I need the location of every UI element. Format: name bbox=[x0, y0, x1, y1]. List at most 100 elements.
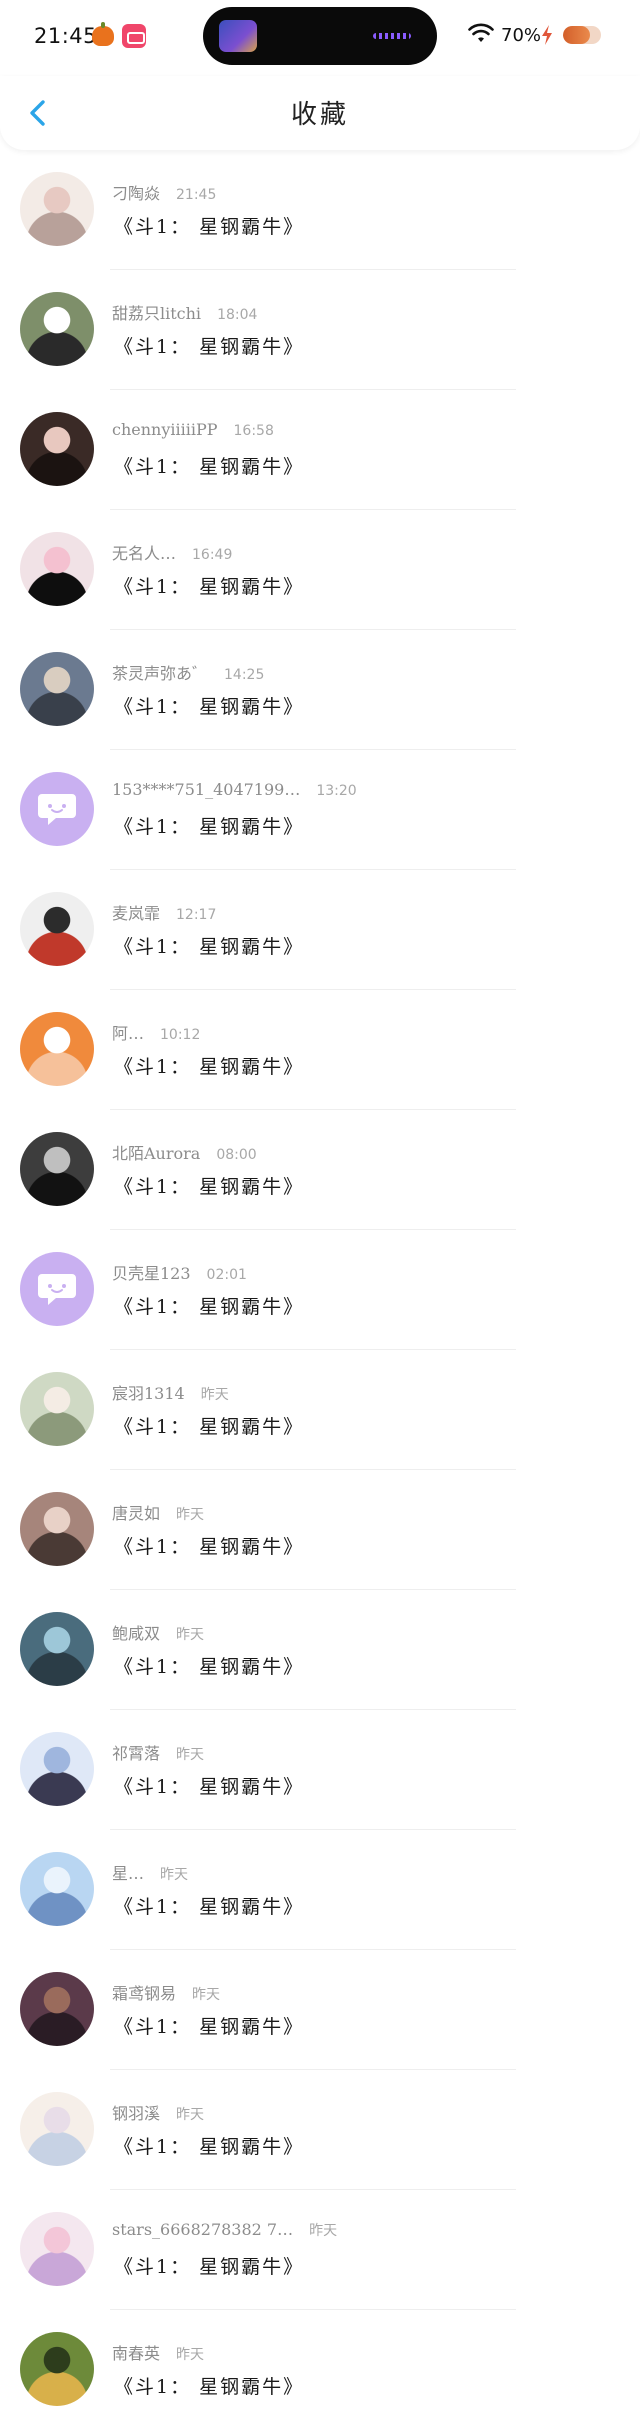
avatar[interactable] bbox=[20, 652, 94, 726]
timestamp: 10:12 bbox=[160, 1027, 201, 1043]
avatar[interactable] bbox=[20, 1012, 94, 1086]
list-item[interactable]: 阿… 10:12 《斗1： 星钢霸牛》 bbox=[0, 990, 640, 1110]
avatar[interactable] bbox=[20, 172, 94, 246]
item-meta: 霜鸢钢易 昨天 bbox=[112, 1980, 220, 2004]
user-name: 甜荔只litchi bbox=[112, 304, 202, 323]
item-meta: 星… 昨天 bbox=[112, 1860, 188, 1884]
timestamp: 昨天 bbox=[200, 1387, 229, 1403]
message-text: 《斗1： 星钢霸牛》 bbox=[114, 696, 305, 718]
list-item[interactable]: 茶灵声弥あ゛ 14:25 《斗1： 星钢霸牛》 bbox=[0, 630, 640, 750]
list-item[interactable]: 霜鸢钢易 昨天《斗1： 星钢霸牛》 bbox=[0, 1950, 640, 2070]
list-item[interactable]: 钢羽溪 昨天《斗1： 星钢霸牛》 bbox=[0, 2070, 640, 2190]
user-name: 无名人… bbox=[112, 544, 177, 563]
item-meta: 祁霄落 昨天 bbox=[112, 1740, 204, 1764]
item-meta: 153****751_4047199… 13:20 bbox=[112, 780, 357, 799]
user-name: 霜鸢钢易 bbox=[112, 1984, 177, 2003]
message-text: 《斗1： 星钢霸牛》 bbox=[114, 2136, 305, 2158]
avatar[interactable] bbox=[20, 892, 94, 966]
list-item[interactable]: 祁霄落 昨天《斗1： 星钢霸牛》 bbox=[0, 1710, 640, 1830]
avatar[interactable] bbox=[20, 412, 94, 486]
list-item[interactable]: stars_6668278382 7… 昨天 《斗1： 星钢霸牛》 bbox=[0, 2190, 640, 2310]
message-text: 《斗1： 星钢霸牛》 bbox=[114, 456, 305, 478]
avatar[interactable] bbox=[20, 532, 94, 606]
user-name: 宸羽1314 bbox=[112, 1384, 185, 1403]
list-item[interactable]: 153****751_4047199… 13:20 《斗1： 星钢霸牛》 bbox=[0, 750, 640, 870]
avatar[interactable] bbox=[20, 1612, 94, 1686]
user-name: 阿… bbox=[112, 1024, 145, 1043]
status-bar: 21:45 70% bbox=[0, 0, 640, 76]
timestamp: 08:00 bbox=[216, 1147, 257, 1163]
list-item[interactable]: 鲍咸双 昨天《斗1： 星钢霸牛》 bbox=[0, 1590, 640, 1710]
timestamp: 16:49 bbox=[192, 547, 233, 563]
user-name: 麦岚霏 bbox=[112, 904, 161, 923]
message-text: 《斗1： 星钢霸牛》 bbox=[114, 816, 305, 838]
list-item[interactable]: 刁陶焱 21:45 《斗1： 星钢霸牛》 bbox=[0, 150, 640, 270]
dynamic-island[interactable] bbox=[203, 7, 437, 65]
item-meta: 刁陶焱 21:45 bbox=[112, 180, 216, 204]
user-name: 唐灵如 bbox=[112, 1504, 161, 1523]
message-text: 《斗1： 星钢霸牛》 bbox=[114, 936, 305, 958]
timestamp: 昨天 bbox=[176, 2347, 205, 2363]
list-item[interactable]: 甜荔只litchi 18:04 《斗1： 星钢霸牛》 bbox=[0, 270, 640, 390]
list-item[interactable]: 星… 昨天《斗1： 星钢霸牛》 bbox=[0, 1830, 640, 1950]
list-item[interactable]: 贝壳星123 02:01 《斗1： 星钢霸牛》 bbox=[0, 1230, 640, 1350]
message-text: 《斗1： 星钢霸牛》 bbox=[114, 1896, 305, 1918]
list-item[interactable]: 南春英 昨天 《斗1： 星钢霸牛》 bbox=[0, 2310, 640, 2422]
avatar[interactable] bbox=[20, 292, 94, 366]
message-text: 《斗1： 星钢霸牛》 bbox=[114, 2256, 305, 2278]
avatar[interactable] bbox=[20, 2212, 94, 2286]
item-meta: stars_6668278382 7… 昨天 bbox=[112, 2220, 337, 2240]
timestamp: 21:45 bbox=[176, 187, 217, 203]
item-meta: 南春英 昨天 bbox=[112, 2340, 204, 2364]
user-name: 鲍咸双 bbox=[112, 1624, 161, 1643]
user-name: 贝壳星123 bbox=[112, 1264, 191, 1283]
user-name: 祁霄落 bbox=[112, 1744, 161, 1763]
pumpkin-app-icon bbox=[92, 22, 114, 46]
message-text: 《斗1： 星钢霸牛》 bbox=[114, 1656, 305, 1678]
timestamp: 昨天 bbox=[176, 1747, 205, 1763]
message-text: 《斗1： 星钢霸牛》 bbox=[114, 1536, 305, 1558]
list-item[interactable]: 麦岚霏 12:17 《斗1： 星钢霸牛》 bbox=[0, 870, 640, 990]
audio-wave-icon bbox=[373, 33, 411, 39]
avatar[interactable] bbox=[20, 1852, 94, 1926]
avatar[interactable] bbox=[20, 1492, 94, 1566]
item-meta: 茶灵声弥あ゛ 14:25 bbox=[112, 660, 264, 684]
avatar[interactable] bbox=[20, 2332, 94, 2406]
timestamp: 昨天 bbox=[176, 1507, 205, 1523]
message-text: 《斗1： 星钢霸牛》 bbox=[114, 336, 305, 358]
avatar[interactable] bbox=[20, 1972, 94, 2046]
message-text: 《斗1： 星钢霸牛》 bbox=[114, 2016, 305, 2038]
default-avatar-icon[interactable] bbox=[20, 772, 94, 846]
timestamp: 昨天 bbox=[176, 2107, 205, 2123]
message-text: 《斗1： 星钢霸牛》 bbox=[114, 1176, 305, 1198]
item-meta: 贝壳星123 02:01 bbox=[112, 1260, 247, 1284]
default-avatar-icon[interactable] bbox=[20, 1252, 94, 1326]
list-item[interactable]: 唐灵如 昨天《斗1： 星钢霸牛》 bbox=[0, 1470, 640, 1590]
user-name: 153****751_4047199… bbox=[112, 780, 301, 799]
timestamp: 昨天 bbox=[176, 1627, 205, 1643]
item-meta: 麦岚霏 12:17 bbox=[112, 900, 216, 924]
user-name: chennyiiiiiPP bbox=[112, 420, 218, 439]
user-name: 南春英 bbox=[112, 2344, 161, 2363]
avatar[interactable] bbox=[20, 2092, 94, 2166]
list-item[interactable]: 宸羽1314 昨天《斗1： 星钢霸牛》 bbox=[0, 1350, 640, 1470]
list-item[interactable]: 无名人… 16:49 《斗1： 星钢霸牛》 bbox=[0, 510, 640, 630]
timestamp: 昨天 bbox=[160, 1867, 189, 1883]
list-item[interactable]: 北陌Aurora 08:00 《斗1： 星钢霸牛》 bbox=[0, 1110, 640, 1230]
item-meta: 钢羽溪 昨天 bbox=[112, 2100, 204, 2124]
avatar[interactable] bbox=[20, 1372, 94, 1446]
status-time: 21:45 bbox=[34, 24, 98, 48]
item-meta: 无名人… 16:49 bbox=[112, 540, 232, 564]
message-text: 《斗1： 星钢霸牛》 bbox=[114, 576, 305, 598]
list-item[interactable]: chennyiiiiiPP 16:58 《斗1： 星钢霸牛》 bbox=[0, 390, 640, 510]
avatar[interactable] bbox=[20, 1732, 94, 1806]
avatar[interactable] bbox=[20, 1132, 94, 1206]
message-text: 《斗1： 星钢霸牛》 bbox=[114, 1776, 305, 1798]
battery-icon bbox=[563, 26, 601, 44]
timestamp: 12:17 bbox=[176, 907, 217, 923]
timestamp: 16:58 bbox=[233, 423, 274, 439]
timestamp: 14:25 bbox=[224, 667, 265, 683]
user-name: 刁陶焱 bbox=[112, 184, 161, 203]
item-meta: 阿… 10:12 bbox=[112, 1020, 200, 1044]
message-text: 《斗1： 星钢霸牛》 bbox=[114, 1416, 305, 1438]
